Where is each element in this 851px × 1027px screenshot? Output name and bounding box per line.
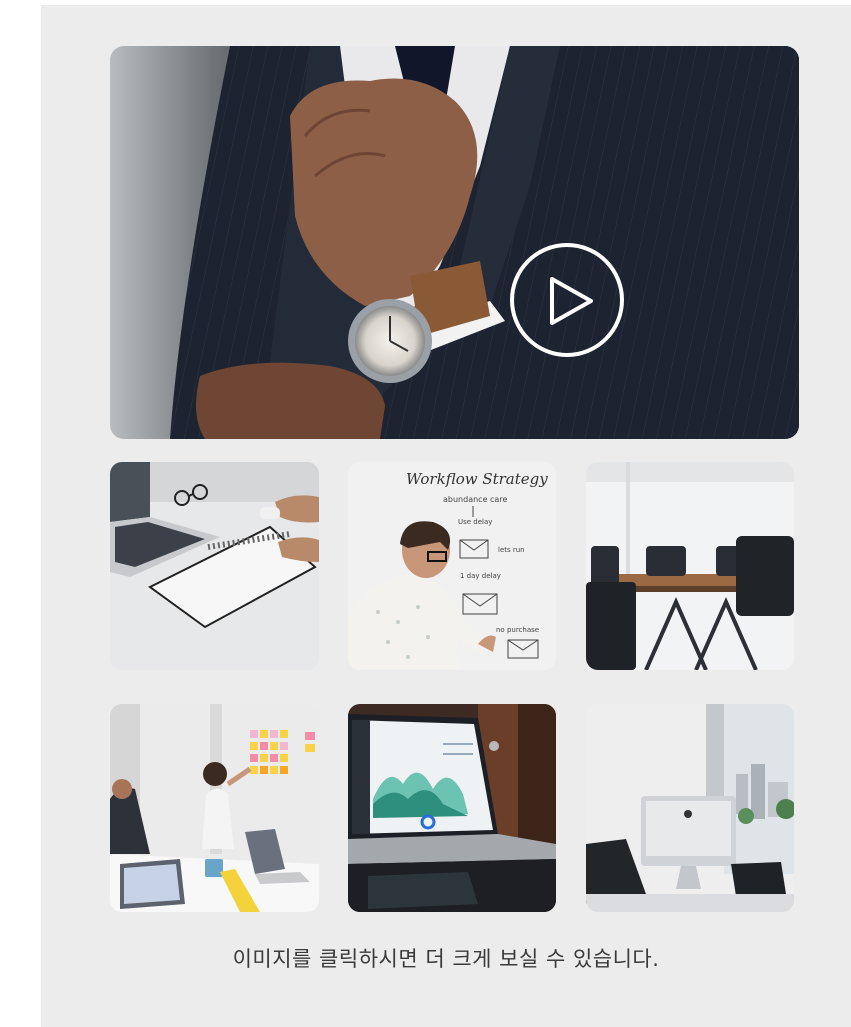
play-button[interactable] [510,243,624,357]
team-meeting-image [110,704,319,912]
gallery-caption: 이미지를 클릭하시면 더 크게 보실 수 있습니다. [232,947,660,971]
svg-text:1 day delay: 1 day delay [460,572,501,580]
svg-text:Use delay: Use delay [458,518,492,526]
hero-image [110,46,799,439]
desk-image [110,462,319,670]
svg-text:abundance care: abundance care [443,495,507,504]
laptop-dashboard-image [348,704,556,912]
gallery-thumbnail-desk[interactable] [110,462,319,670]
whiteboard-image: Workflow Strategy abundance care Use del… [348,462,556,670]
hero-video-thumbnail[interactable] [110,46,799,439]
conference-room-image [586,462,794,670]
office-imac-image [586,704,794,912]
gallery-thumbnail-laptop-dashboard[interactable] [348,704,556,912]
play-icon [550,277,593,325]
gallery-thumbnail-conference-room[interactable] [586,462,794,670]
svg-text:no purchase: no purchase [496,626,539,634]
svg-text:Workflow Strategy: Workflow Strategy [406,470,548,488]
gallery-thumbnail-team-meeting[interactable] [110,704,319,912]
svg-text:lets run: lets run [498,546,525,554]
gallery-thumbnail-office-imac[interactable] [586,704,794,912]
gallery-thumbnail-whiteboard[interactable]: Workflow Strategy abundance care Use del… [348,462,556,670]
